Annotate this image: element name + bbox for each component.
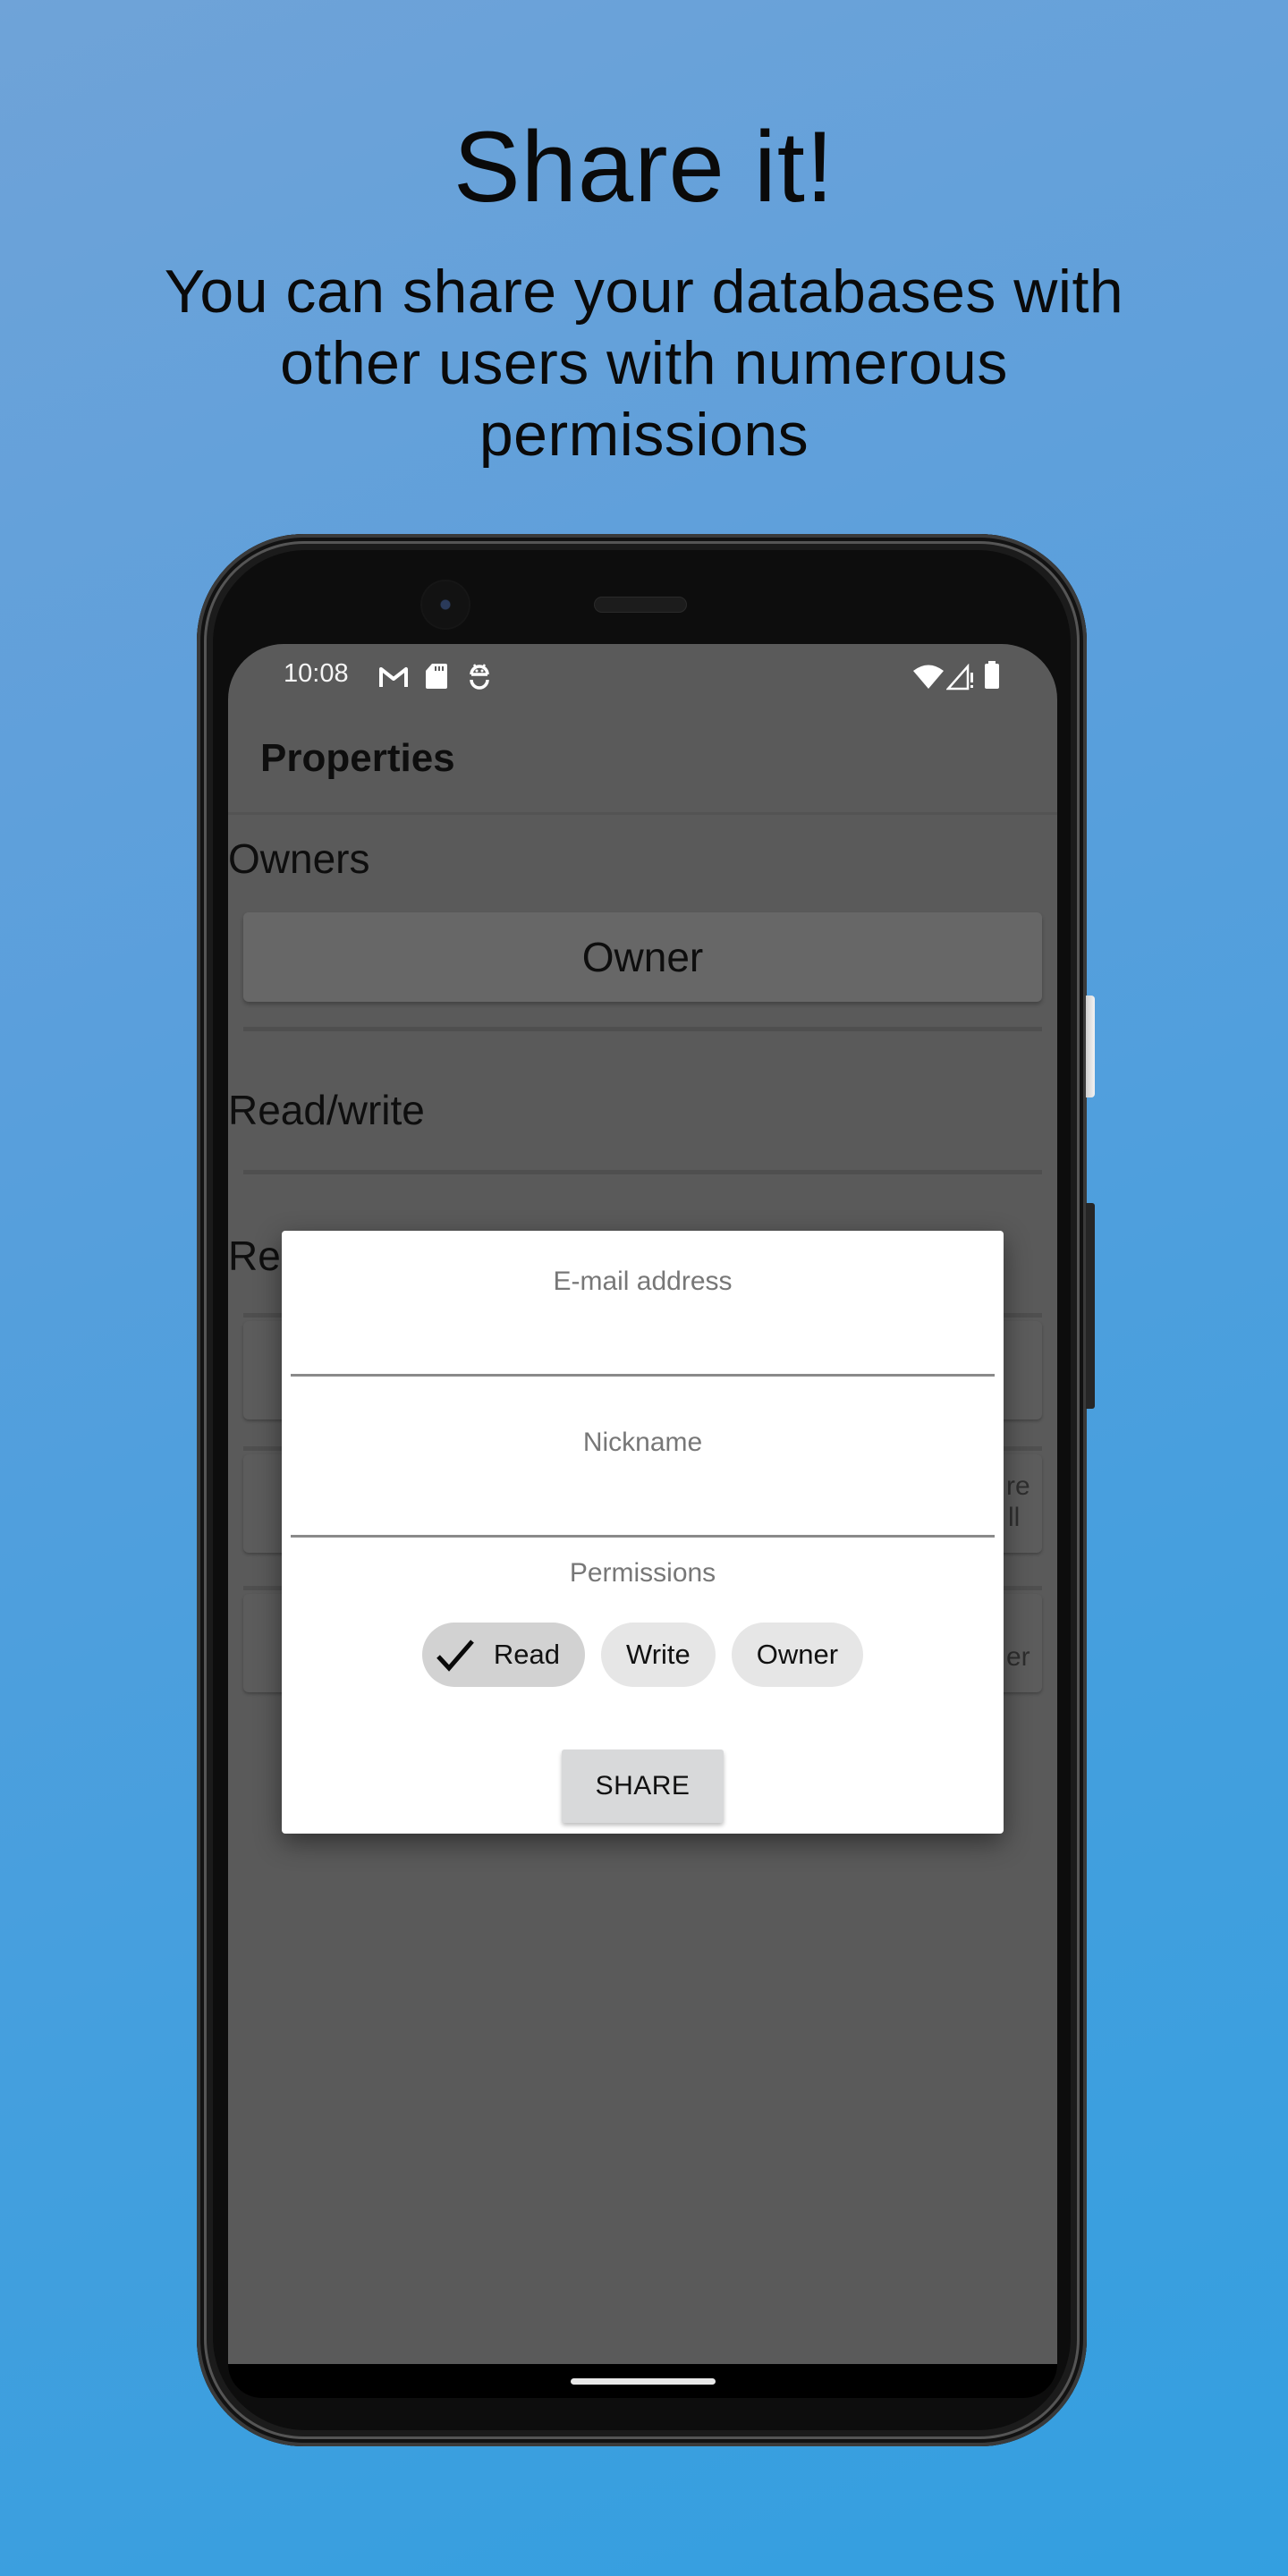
read-section-label: Re [228,1233,281,1279]
permission-chip-read[interactable]: Read [421,1623,586,1687]
background-text-fragment: er [1006,1642,1030,1672]
background-text-fragment: ll [1008,1503,1021,1532]
toolbar-title: Properties [260,736,455,780]
nickname-field-label: Nickname [582,1428,703,1457]
chip-label: Write [626,1639,691,1670]
status-bar: 10:08 [228,657,1057,693]
read-write-section-label: Read/write [228,1087,425,1133]
chip-label: Read [493,1639,561,1670]
permission-chip-group: Read Write Owner [282,1623,1004,1687]
battery-icon [985,661,999,689]
email-field-label: E-mail address [553,1267,733,1296]
permission-chip-write[interactable]: Write [601,1623,716,1687]
share-dialog: E-mail address Nickname Permissions Read… [282,1231,1004,1834]
status-time: 10:08 [284,659,349,688]
owners-section-label: Owners [228,835,370,882]
toolbar-divider [228,812,1057,815]
cell-signal-no-data-icon [946,664,973,691]
chip-label: Owner [756,1639,839,1670]
power-button [1086,996,1095,1097]
email-field[interactable] [291,1311,995,1365]
sd-card-icon [426,664,447,689]
volume-button [1086,1203,1095,1409]
promo-subtitle: You can share your databases with other … [164,258,1124,469]
gmail-icon [379,667,408,687]
nickname-field-underline [291,1535,995,1538]
wifi-icon [913,665,944,689]
section-divider [243,1170,1042,1174]
promo-title: Share it! [453,111,835,223]
front-camera-icon [422,581,469,628]
background-text-fragment: re [1006,1471,1030,1501]
android-debug-icon [470,664,489,690]
owner-entry-button[interactable]: Owner [243,912,1042,1002]
permissions-label: Permissions [569,1558,716,1588]
section-divider [243,1027,1042,1031]
share-button[interactable]: SHARE [562,1750,724,1823]
checkmark-icon [436,1640,474,1672]
email-field-underline [291,1374,995,1377]
earpiece-speaker [594,597,687,613]
home-gesture-handle[interactable] [571,2378,716,2385]
permission-chip-owner[interactable]: Owner [731,1623,864,1687]
nickname-field[interactable] [291,1472,995,1526]
